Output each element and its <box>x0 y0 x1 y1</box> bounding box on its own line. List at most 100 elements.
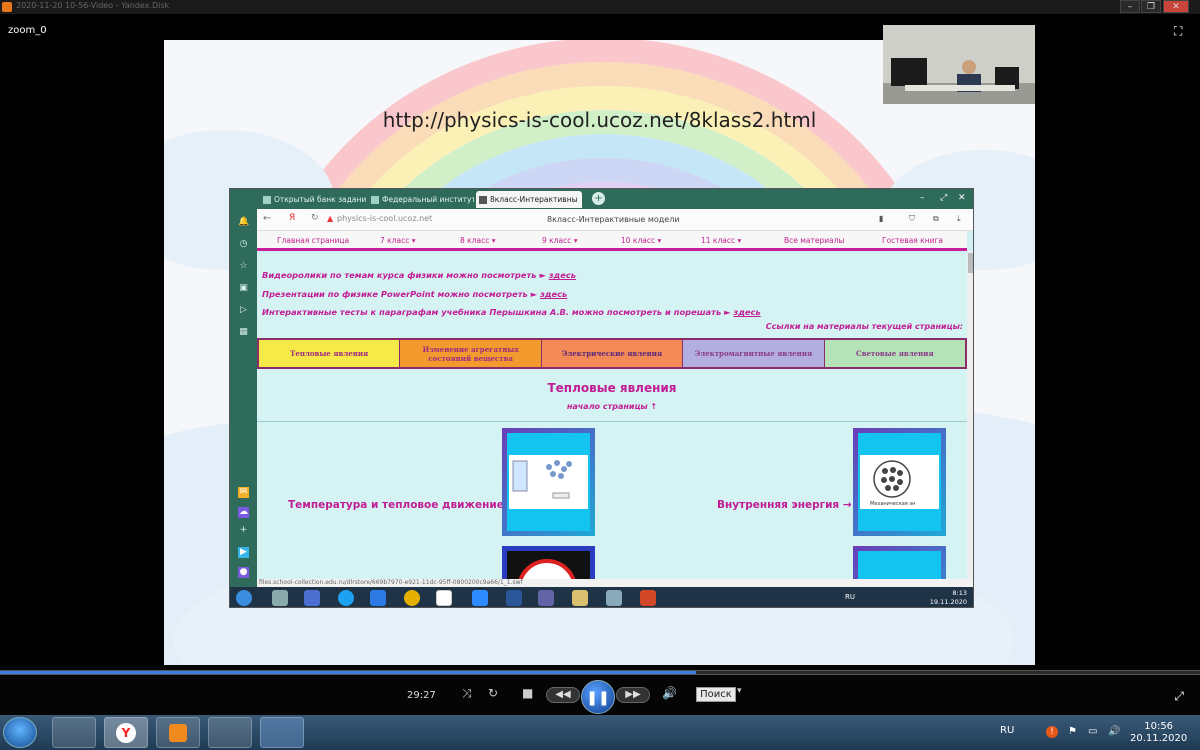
maximize-button[interactable]: ❐ <box>1141 0 1161 13</box>
inner-ie-icon[interactable] <box>370 590 386 606</box>
topic-internal-energy-link[interactable]: Внутренняя энергия → <box>717 499 852 511</box>
alert-icon[interactable]: ! <box>1046 726 1058 738</box>
forward-button[interactable]: ▶▶ <box>616 687 650 703</box>
shield-icon[interactable]: ⛉ <box>909 214 915 224</box>
tab-open-bank[interactable]: Открытый банк заданий <box>260 191 366 208</box>
temperature-model-thumbnail[interactable] <box>502 428 595 536</box>
topic-temperature-link[interactable]: Температура и тепловое движение → <box>288 499 516 511</box>
video-icon[interactable]: ▶ <box>238 547 249 558</box>
history-icon[interactable]: ◷ <box>238 239 249 250</box>
star-icon[interactable]: ☆ <box>238 261 249 272</box>
menu-all-materials[interactable]: Все материалы <box>784 236 844 245</box>
mail-icon[interactable]: ✉ <box>238 487 249 498</box>
reload-icon[interactable]: ↻ <box>311 213 319 223</box>
inner-clock-time: 8:13 <box>952 589 967 597</box>
alice-icon[interactable]: ● <box>238 567 249 578</box>
repeat-icon[interactable]: ↻ <box>488 686 498 700</box>
explorer-icon[interactable] <box>52 717 96 748</box>
menu-guestbook[interactable]: Гостевая книга <box>882 236 943 245</box>
inner-teams-icon[interactable] <box>538 590 554 606</box>
download-icon[interactable]: ⤓ <box>957 214 961 224</box>
minimize-button[interactable]: – <box>1120 0 1140 13</box>
yandex-browser-icon[interactable]: Y <box>104 717 148 748</box>
yandex-icon[interactable]: Я <box>289 213 295 223</box>
inner-yandex-icon[interactable] <box>436 590 452 606</box>
inner-chrome-icon[interactable] <box>404 590 420 606</box>
inner-start-icon[interactable] <box>236 590 252 606</box>
tests-link[interactable]: здесь <box>733 307 760 317</box>
clock-date: 20.11.2020 <box>1130 733 1188 744</box>
menu-8klass[interactable]: 8 класс ▾ <box>460 236 495 245</box>
system-clock[interactable]: 10:56 20.11.2020 <box>1130 721 1187 745</box>
inner-folder-icon[interactable] <box>572 590 588 606</box>
add-icon[interactable]: + <box>238 525 249 536</box>
menu-10klass[interactable]: 10 класс ▾ <box>621 236 661 245</box>
videos-link[interactable]: здесь <box>549 270 576 280</box>
internal-energy-model-thumbnail[interactable]: Механическая эн <box>853 428 946 536</box>
inner-save-icon[interactable] <box>304 590 320 606</box>
clock-time: 10:56 <box>1144 721 1174 732</box>
collections-icon[interactable]: ▣ <box>238 283 249 294</box>
back-icon[interactable]: ← <box>263 213 271 224</box>
shuffle-icon[interactable]: ⤨ <box>462 686 472 701</box>
address-input[interactable]: physics-is-cool.ucoz.net <box>337 214 432 223</box>
menu-11klass[interactable]: 11 класс ▾ <box>701 236 741 245</box>
inner-app-icon[interactable] <box>272 590 288 606</box>
new-tab-button[interactable]: + <box>592 192 605 205</box>
menu-home[interactable]: Главная страница <box>277 236 349 245</box>
tab-federal-institute[interactable]: Федеральный институт п <box>368 191 474 208</box>
keyboard-language[interactable]: RU <box>1000 725 1014 736</box>
browser-tab-bar: Открытый банк заданий Федеральный инстит… <box>230 189 973 209</box>
menu-7klass[interactable]: 7 класс ▾ <box>380 236 415 245</box>
bell-icon[interactable]: 🔔 <box>238 217 249 228</box>
network-icon[interactable]: ▭ <box>1088 726 1097 737</box>
flag-icon[interactable]: ⚑ <box>1068 726 1077 737</box>
inner-app2-icon[interactable] <box>606 590 622 606</box>
media-player-icon[interactable] <box>156 717 200 748</box>
inner-skype-icon[interactable] <box>338 590 354 606</box>
paint-icon[interactable] <box>208 717 252 748</box>
expand-icon[interactable]: ⤢ <box>1174 689 1184 704</box>
browser-restore-icon[interactable]: ⤢ <box>940 193 947 203</box>
bookmark-icon[interactable]: ▮ <box>879 214 883 223</box>
search-dropdown-icon[interactable]: ▾ <box>737 686 742 696</box>
rewind-button[interactable]: ◀◀ <box>546 687 580 703</box>
fullscreen-icon[interactable]: ⛶ <box>1174 24 1188 38</box>
model-thumbnail-3[interactable] <box>502 546 595 579</box>
volume-tray-icon[interactable]: 🔊 <box>1108 726 1120 737</box>
nav-light[interactable]: Световые явления <box>824 340 966 367</box>
cloud-icon[interactable]: ☁ <box>238 507 249 518</box>
stop-button[interactable]: ■ <box>522 686 533 700</box>
pause-button[interactable]: ❚❚ <box>581 680 615 714</box>
search-button[interactable]: Поиск <box>696 687 736 702</box>
nav-electromagnetic[interactable]: Электромагнитные явления <box>683 340 825 367</box>
nav-phase-changes[interactable]: Изменение агрегатных состояний вещества <box>400 340 542 367</box>
scrollbar-thumb[interactable] <box>968 253 973 273</box>
divider <box>257 421 967 422</box>
browser-close-icon[interactable]: ✕ <box>958 193 966 203</box>
inner-zoom-icon[interactable] <box>472 590 488 606</box>
model-thumbnail-4[interactable] <box>853 546 946 579</box>
presentations-link[interactable]: здесь <box>540 289 567 299</box>
tab-8klass[interactable]: 8класс-Интерактивны <box>476 191 582 208</box>
seek-bar[interactable] <box>0 670 1200 675</box>
browser-minimize-icon[interactable]: – <box>920 193 925 203</box>
shared-browser-window: Открытый банк заданий Федеральный инстит… <box>229 188 974 608</box>
calendar-icon[interactable]: ▦ <box>238 327 249 338</box>
inner-powerpoint-icon[interactable] <box>640 590 656 606</box>
volume-icon[interactable]: 🔊 <box>662 686 677 700</box>
to-page-top-link[interactable]: начало страницы ↑ <box>257 402 967 411</box>
play-icon[interactable]: ▷ <box>238 305 249 316</box>
links-label: Ссылки на материалы текущей страницы: <box>765 322 963 331</box>
page-scrollbar[interactable] <box>967 251 973 579</box>
nav-thermal[interactable]: Тепловые явления <box>259 340 401 367</box>
inner-lang[interactable]: RU <box>845 593 855 601</box>
close-button[interactable]: ✕ <box>1163 0 1189 13</box>
snipping-tool-icon[interactable] <box>260 717 304 748</box>
nav-electric[interactable]: Электрические явления <box>541 340 684 367</box>
inner-word-icon[interactable] <box>506 590 522 606</box>
start-button[interactable] <box>3 717 37 748</box>
menu-9klass[interactable]: 9 класс ▾ <box>542 236 577 245</box>
windows-taskbar: Y <box>0 715 1200 750</box>
extensions-icon[interactable]: ⧉ <box>933 214 939 224</box>
